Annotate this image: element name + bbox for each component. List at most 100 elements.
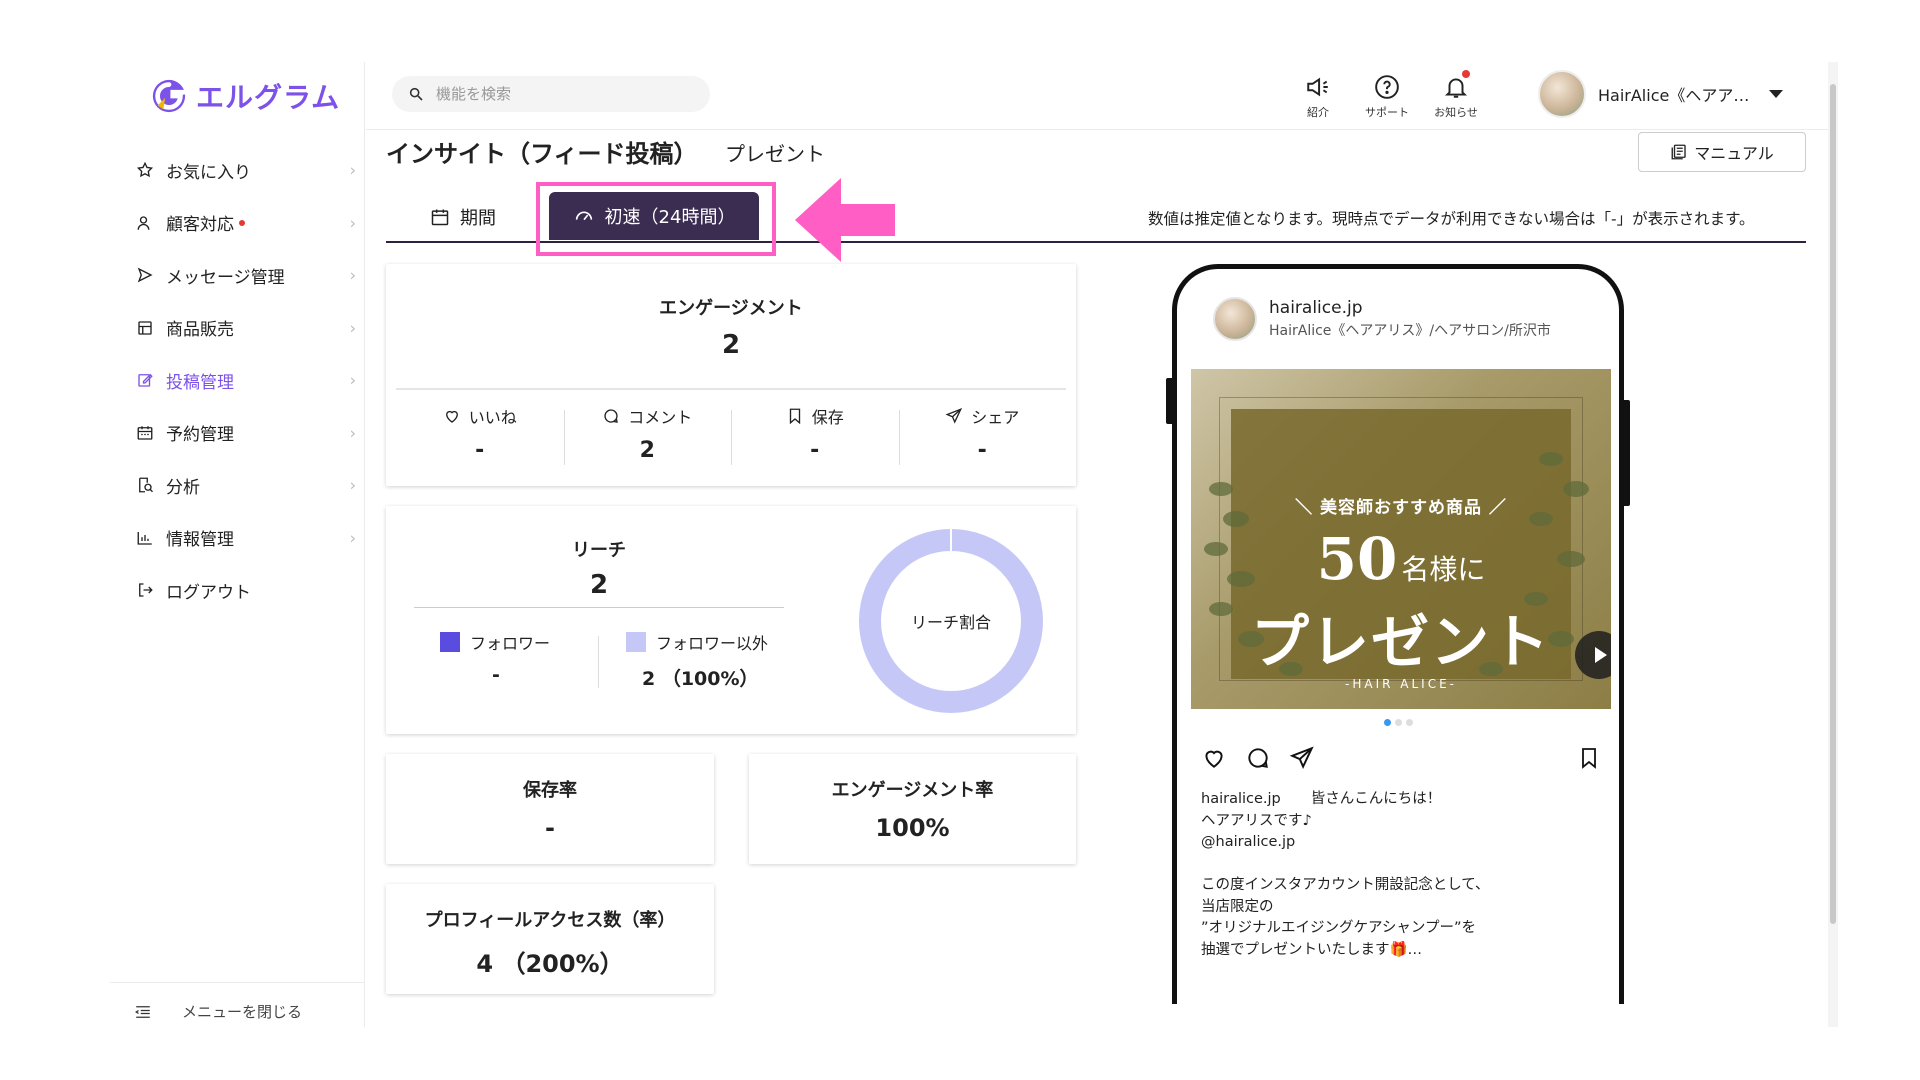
engagement-card: エンゲージメント 2 いいね - コメント 2 保存 - シェア - bbox=[386, 264, 1076, 486]
sidebar-item-label: 商品販売 bbox=[166, 320, 234, 341]
post-account-name: hairalice.jp bbox=[1269, 298, 1363, 318]
legend-swatch-non-followers bbox=[626, 632, 646, 652]
donut-center-label: リーチ割合 bbox=[911, 613, 991, 632]
sidebar-item-favorites[interactable]: お気に入り › bbox=[134, 144, 374, 197]
bookmark-icon bbox=[789, 408, 800, 425]
page-scrollbar[interactable] bbox=[1828, 62, 1838, 1027]
search-doc-icon bbox=[134, 474, 156, 496]
caption-line: 抽選でプレゼントいたします🎁… bbox=[1201, 941, 1423, 958]
bookmark-icon[interactable] bbox=[1577, 745, 1601, 771]
promo-text-recommended: ＼ 美容師おすすめ商品 ／ bbox=[1295, 498, 1507, 518]
divider bbox=[598, 636, 599, 688]
comment-icon[interactable] bbox=[1245, 745, 1271, 771]
engagement-value: 2 bbox=[721, 330, 741, 360]
top-header: 紹介 サポート お知らせ HairAlice《ヘアア… bbox=[366, 62, 1828, 130]
sidebar-item-sales[interactable]: 商品販売 › bbox=[134, 302, 374, 355]
collapse-menu-button[interactable]: メニューを閉じる bbox=[110, 982, 365, 1022]
search-icon bbox=[409, 87, 423, 101]
collapse-menu-label: メニューを閉じる bbox=[182, 1003, 303, 1021]
star-icon bbox=[134, 159, 156, 181]
manual-button[interactable]: マニュアル bbox=[1638, 132, 1806, 172]
reach-value: 2 bbox=[589, 570, 609, 600]
estimate-notice: 数値は推定値となります。現時点でデータが利用できない場合は「-」が表示されます。 bbox=[1148, 210, 1755, 228]
sidebar-item-label: 予約管理 bbox=[166, 425, 234, 446]
chevron-right-icon: › bbox=[349, 528, 356, 548]
caption-line: ”オリジナルエイジングケアシャンプー”を bbox=[1201, 920, 1477, 936]
tab-period-label: 期間 bbox=[460, 208, 496, 229]
non-followers-value: 2 （100%） bbox=[642, 668, 759, 690]
bar-chart-icon bbox=[134, 527, 156, 549]
edit-icon bbox=[134, 369, 156, 391]
user-menu[interactable]: HairAlice《ヘアア… bbox=[1538, 70, 1784, 118]
referral-button[interactable]: 紹介 bbox=[1288, 74, 1348, 120]
share-icon[interactable] bbox=[1289, 745, 1315, 771]
support-button[interactable]: サポート bbox=[1357, 74, 1417, 120]
logo-icon bbox=[152, 79, 187, 113]
engagement-rate-title: エンゲージメント率 bbox=[831, 780, 994, 801]
sidebar-item-analytics[interactable]: 分析 › bbox=[134, 459, 374, 512]
referral-label: 紹介 bbox=[1307, 106, 1329, 119]
share-icon bbox=[945, 408, 963, 424]
carousel-dot bbox=[1383, 719, 1391, 726]
sidebar-item-reservations[interactable]: 予約管理 › bbox=[134, 407, 374, 460]
post-preview-phone: hairalice.jp HairAlice《ヘアアリス》/ヘアサロン/所沢市 … bbox=[1172, 264, 1624, 1004]
metric-value: - bbox=[977, 438, 987, 463]
heart-icon bbox=[445, 410, 458, 423]
store-icon bbox=[134, 317, 156, 339]
phone-side-button bbox=[1624, 400, 1630, 506]
legend-label: フォロワー以外 bbox=[656, 634, 769, 653]
reach-donut-chart: リーチ割合 bbox=[859, 529, 1043, 713]
calendar-icon bbox=[134, 422, 156, 444]
logout-icon bbox=[134, 579, 156, 601]
legend-non-followers: フォロワー以外 bbox=[626, 630, 768, 654]
help-icon bbox=[1375, 75, 1399, 99]
sidebar-item-customers[interactable]: 顧客対応 › bbox=[134, 197, 374, 250]
menu-collapse-icon bbox=[135, 1005, 150, 1018]
sidebar-item-posts[interactable]: 投稿管理 › bbox=[134, 354, 374, 407]
post-header: hairalice.jp HairAlice《ヘアアリス》/ヘアサロン/所沢市 bbox=[1213, 297, 1551, 341]
scrollbar-thumb[interactable] bbox=[1830, 84, 1836, 924]
search-input[interactable] bbox=[436, 85, 686, 103]
notifications-button[interactable]: お知らせ bbox=[1426, 70, 1486, 120]
tab-period[interactable]: 期間 bbox=[430, 204, 496, 230]
carousel-dot bbox=[1405, 719, 1413, 726]
manual-label: マニュアル bbox=[1694, 144, 1774, 163]
sidebar-item-label: 分析 bbox=[166, 477, 200, 498]
notification-dot bbox=[1462, 70, 1470, 78]
chevron-right-icon: › bbox=[349, 318, 356, 338]
brand-name: エルグラム bbox=[196, 81, 341, 114]
sidebar-item-logout[interactable]: ログアウト bbox=[134, 564, 374, 617]
save-rate-title: 保存率 bbox=[523, 780, 577, 801]
caption-line: 当店限定の bbox=[1201, 898, 1274, 915]
search-box[interactable] bbox=[392, 76, 710, 112]
sidebar-item-label: ログアウト bbox=[166, 582, 251, 603]
post-title: プレゼント bbox=[725, 142, 825, 166]
chevron-right-icon: › bbox=[349, 423, 356, 443]
caption-line: この度インスタアカウント開設記念として、 bbox=[1201, 877, 1490, 893]
sidebar-item-messages[interactable]: メッセージ管理 › bbox=[134, 249, 374, 302]
save-rate-card: 保存率 - bbox=[386, 754, 714, 864]
metric-value: - bbox=[475, 438, 485, 463]
divider bbox=[396, 388, 1066, 390]
heart-icon[interactable] bbox=[1201, 745, 1227, 771]
avatar bbox=[1538, 70, 1586, 118]
promo-text-count: 50 名様に bbox=[1191, 525, 1611, 593]
carousel-dots bbox=[1177, 719, 1619, 726]
chevron-right-icon: › bbox=[349, 213, 356, 233]
post-account-subtitle: HairAlice《ヘアアリス》/ヘアサロン/所沢市 bbox=[1269, 323, 1551, 339]
user-icon bbox=[134, 212, 156, 234]
calendar-icon bbox=[431, 209, 449, 226]
brand-logo[interactable]: エルグラム bbox=[150, 76, 340, 116]
page-title: インサイト（フィード投稿） bbox=[386, 140, 698, 168]
caption-account: hairalice.jp bbox=[1201, 791, 1281, 807]
promo-text-present: プレゼント bbox=[1250, 608, 1551, 676]
sidebar-item-info[interactable]: 情報管理 › bbox=[134, 512, 374, 565]
metric-comments: コメント 2 bbox=[563, 404, 732, 474]
promo-unit: 名様に bbox=[1401, 553, 1486, 586]
promo-number: 50 bbox=[1316, 525, 1398, 593]
profile-access-card: プロフィールアクセス数（率） 4 （200%） bbox=[386, 884, 714, 994]
comment-icon bbox=[604, 409, 619, 423]
chevron-right-icon: › bbox=[349, 370, 356, 390]
engagement-metrics: いいね - コメント 2 保存 - シェア - bbox=[396, 404, 1066, 474]
